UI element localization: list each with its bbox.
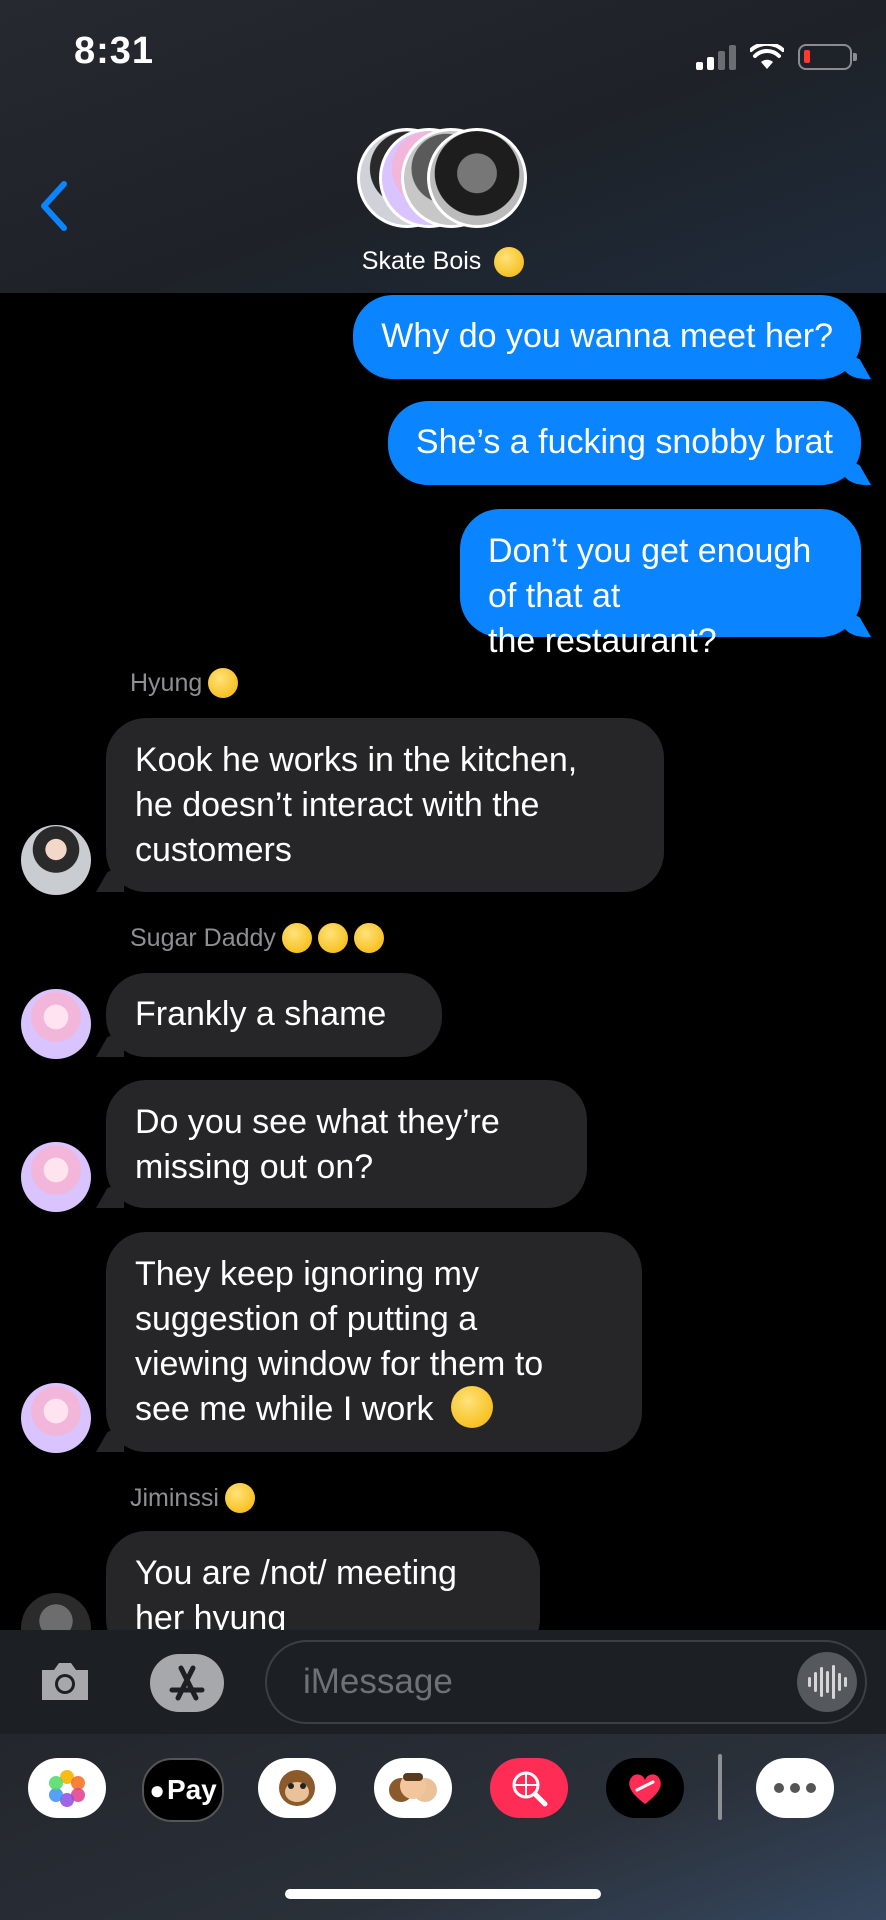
zany-face-emoji xyxy=(224,1483,255,1513)
home-indicator[interactable] xyxy=(285,1889,601,1899)
message-bubble-outgoing[interactable]: Why do you wanna meet her? xyxy=(353,295,861,379)
message-input[interactable]: iMessage xyxy=(265,1640,867,1724)
star-struck-emoji xyxy=(281,923,312,953)
app-store-icon xyxy=(169,1665,205,1701)
avatar[interactable] xyxy=(21,825,91,895)
message-bubble-incoming[interactable]: Frankly a shame xyxy=(106,973,442,1057)
star-struck-emoji xyxy=(353,923,384,953)
message-thread[interactable]: Why do you wanna meet her? She’s a fucki… xyxy=(0,293,886,1630)
globe-search-icon xyxy=(512,1771,548,1807)
group-avatars[interactable] xyxy=(357,128,529,234)
status-icons xyxy=(696,40,857,70)
sender-name: Hyung xyxy=(130,668,239,698)
monkey-face-icon xyxy=(279,1770,315,1806)
avatar[interactable] xyxy=(21,1383,91,1453)
avatar[interactable] xyxy=(21,1142,91,1212)
memoji-faces-icon xyxy=(389,1773,437,1802)
input-bar: iMessage xyxy=(0,1630,886,1734)
star-struck-emoji xyxy=(494,247,525,278)
digital-touch-icon[interactable] xyxy=(606,1758,684,1818)
wifi-icon xyxy=(750,44,784,69)
relieved-face-emoji xyxy=(208,668,239,698)
drawer-divider xyxy=(718,1754,722,1820)
status-time: 8:31 xyxy=(74,30,155,72)
avatar[interactable] xyxy=(21,1593,91,1630)
message-bubble-incoming[interactable]: Do you see what they’re missing out on? xyxy=(106,1080,587,1208)
back-chevron-icon[interactable] xyxy=(34,176,74,236)
avatar[interactable] xyxy=(21,989,91,1059)
message-bubble-outgoing[interactable]: She’s a fucking snobby brat xyxy=(387,401,861,485)
message-bubble-incoming[interactable]: You are /not/ meeting her hyung xyxy=(106,1531,540,1630)
group-name[interactable]: Skate Bois xyxy=(0,247,886,278)
apple-pay-icon[interactable]: ● Pay xyxy=(142,1758,224,1822)
camera-icon[interactable] xyxy=(38,1660,92,1704)
web-search-icon[interactable] xyxy=(490,1758,568,1818)
pensive-face-emoji xyxy=(451,1386,493,1429)
app-store-button[interactable] xyxy=(150,1654,224,1712)
heart-icon xyxy=(629,1774,661,1804)
signal-icon xyxy=(696,44,736,70)
message-bubble-incoming[interactable]: Kook he works in the kitchen, he doesn’t… xyxy=(106,718,664,892)
photos-flower-icon xyxy=(49,1770,85,1807)
battery-low-icon xyxy=(798,44,857,70)
message-input-placeholder: iMessage xyxy=(303,1662,453,1701)
animoji-icon[interactable] xyxy=(258,1758,336,1818)
sender-name: Sugar Daddy xyxy=(130,923,384,953)
conversation-header: 8:31 Skate Bois xyxy=(0,0,886,293)
photos-icon[interactable] xyxy=(28,1758,106,1818)
star-struck-emoji xyxy=(317,923,348,953)
audio-record-button[interactable] xyxy=(797,1652,857,1712)
memoji-icon[interactable] xyxy=(374,1758,452,1818)
message-bubble-incoming[interactable]: They keep ignoring my suggestion of putt… xyxy=(106,1232,642,1452)
message-bubble-outgoing[interactable]: Don’t you get enough of that at the rest… xyxy=(460,509,861,660)
sender-name: Jiminssi xyxy=(130,1483,255,1513)
more-icon[interactable] xyxy=(756,1758,834,1818)
ellipsis-icon xyxy=(774,1783,816,1793)
member-avatar xyxy=(427,128,527,228)
